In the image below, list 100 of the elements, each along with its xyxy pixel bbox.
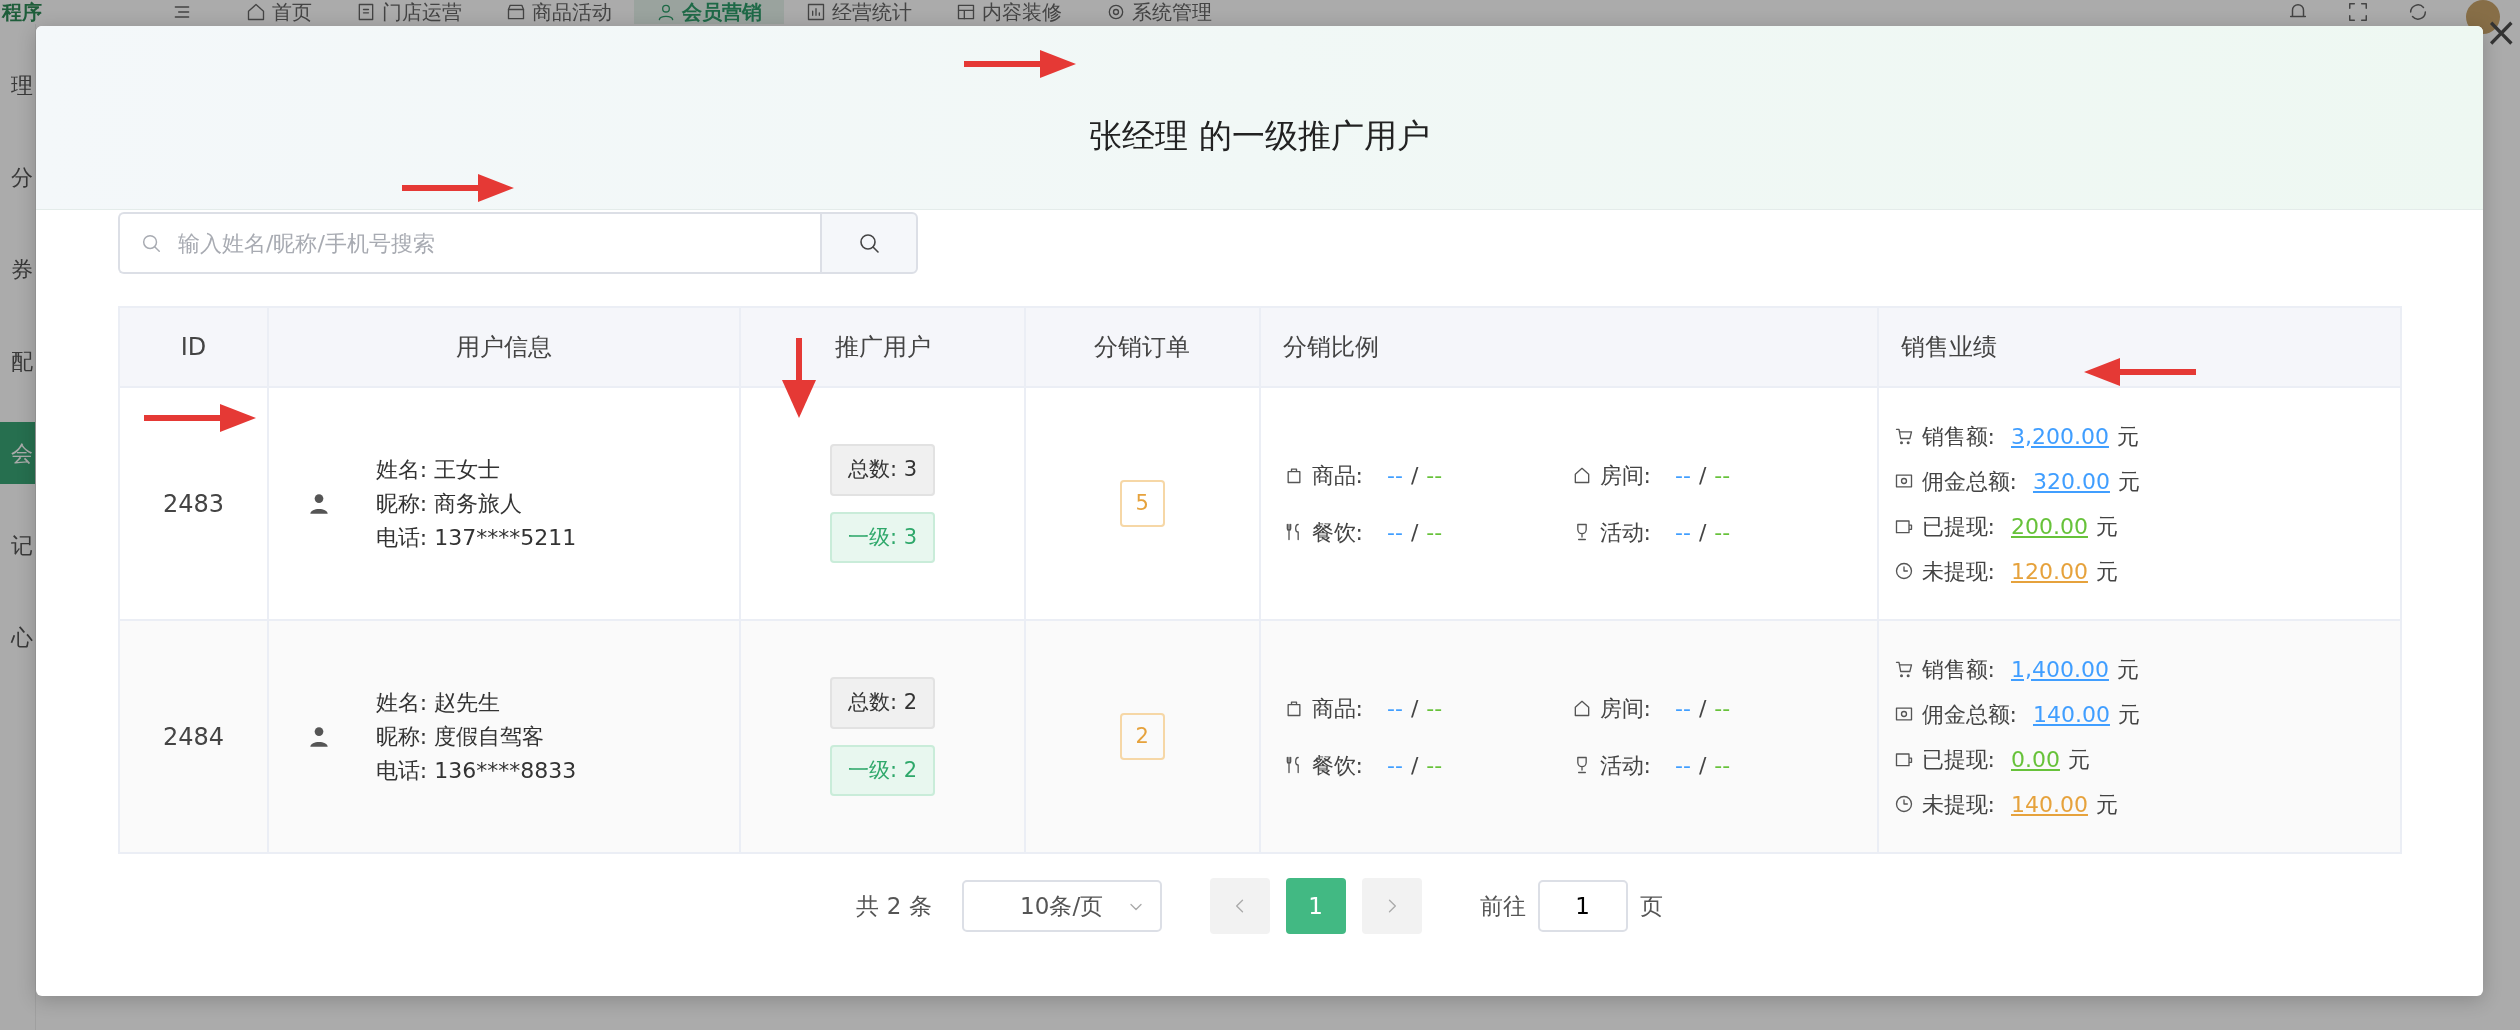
- sidebar-item[interactable]: 配: [0, 330, 35, 392]
- slash-separator: /: [1698, 695, 1707, 721]
- goto-label: 前往: [1479, 891, 1526, 921]
- ratio-label: 餐饮:: [1311, 751, 1363, 780]
- unit-text: 元: [2117, 467, 2140, 496]
- ratio-value: --: [1387, 519, 1403, 545]
- dialog-title: 张经理 的一级推广用户: [1089, 114, 1430, 157]
- close-button[interactable]: ×: [2484, 12, 2518, 52]
- app-title: 程序: [0, 0, 43, 26]
- search-icon: [140, 232, 162, 254]
- sales-label: 已提现:: [1921, 745, 1995, 774]
- column-header: 分销订单: [1024, 307, 1260, 387]
- total-tag: 总数: 2: [830, 677, 936, 729]
- ratio-value: --: [1714, 695, 1731, 721]
- document-icon: [356, 2, 376, 22]
- order-count: 2: [1119, 712, 1165, 761]
- amount-link[interactable]: 140.00: [2033, 697, 2110, 731]
- slash-separator: /: [1698, 462, 1707, 488]
- total-tag: 总数: 3: [830, 444, 936, 496]
- sidebar-item[interactable]: 会: [0, 422, 35, 484]
- ratio-value: --: [1675, 752, 1691, 778]
- ratio-label: 房间:: [1599, 694, 1651, 723]
- ratio-value: --: [1387, 695, 1403, 721]
- column-header: 销售业绩: [1877, 307, 2401, 387]
- level-tag: 一级: 2: [830, 744, 936, 796]
- slash-separator: /: [1410, 695, 1419, 721]
- ratio-value: --: [1675, 462, 1691, 488]
- search-field[interactable]: 输入姓名/昵称/手机号搜索: [118, 212, 820, 274]
- prev-page-button[interactable]: [1209, 878, 1270, 934]
- sales-label: 销售额:: [1921, 422, 1995, 451]
- cart-icon: [1893, 659, 1914, 679]
- slash-separator: /: [1698, 752, 1707, 778]
- ratio-value: --: [1714, 519, 1731, 545]
- ratio-value: --: [1714, 462, 1731, 488]
- amount-link[interactable]: 3,200.00: [2011, 419, 2109, 453]
- bar-chart-icon: [806, 2, 826, 22]
- slash-separator: /: [1698, 519, 1707, 545]
- page-input[interactable]: 1: [1537, 880, 1628, 932]
- search-button[interactable]: [820, 212, 918, 274]
- nav-tab[interactable]: 内容装修: [934, 0, 1084, 24]
- user-info-text: 昵称: 商务旅人: [375, 489, 524, 518]
- page-size-select[interactable]: 10条/页: [961, 880, 1162, 932]
- ratio-value: --: [1675, 519, 1691, 545]
- amount-link[interactable]: 1,400.00: [2011, 652, 2109, 686]
- column-header: 推广用户: [740, 307, 1025, 387]
- sidebar-item[interactable]: 心: [0, 606, 35, 668]
- amount-link[interactable]: 200.00: [2011, 509, 2088, 543]
- table-cell: 2484: [119, 620, 268, 853]
- amount-link[interactable]: 120.00: [2011, 554, 2088, 588]
- search-icon: [857, 231, 881, 255]
- ratio-value: --: [1426, 519, 1443, 545]
- sales-label: 佣金总额:: [1921, 467, 2017, 496]
- unit-text: 元: [2095, 557, 2118, 586]
- unit-text: 元: [2095, 790, 2118, 819]
- nav-tab[interactable]: 首页: [224, 0, 334, 24]
- unit-text: 元: [2116, 655, 2139, 684]
- sales-label: 销售额:: [1921, 655, 1995, 684]
- ratio-label: 餐饮:: [1311, 518, 1363, 547]
- house-icon: [246, 2, 266, 22]
- slash-separator: /: [1410, 519, 1419, 545]
- sidebar-item[interactable]: 理: [0, 54, 35, 116]
- clock-icon: [1893, 794, 1914, 814]
- nav-tab[interactable]: 商品活动: [484, 0, 634, 24]
- sidebar-item[interactable]: 分: [0, 146, 35, 208]
- ratio-value: --: [1387, 752, 1403, 778]
- ratio-label: 活动:: [1599, 751, 1651, 780]
- sidebar-item[interactable]: 记: [0, 514, 35, 576]
- clock-icon: [1893, 561, 1914, 581]
- page-button[interactable]: 1: [1285, 878, 1346, 934]
- column-header: ID: [119, 307, 268, 387]
- fullscreen-icon: [2346, 1, 2370, 23]
- column-header: 分销比例: [1259, 307, 1878, 387]
- ratio-value: --: [1426, 695, 1443, 721]
- nav-tab[interactable]: 门店运营: [334, 0, 484, 24]
- ratio-value: --: [1426, 462, 1443, 488]
- column-header: 用户信息: [267, 307, 741, 387]
- ratio-label: 商品:: [1311, 461, 1363, 490]
- sales-label: 未提现:: [1921, 790, 1995, 819]
- nav-tab[interactable]: 经营统计: [784, 0, 934, 24]
- amount-link[interactable]: 320.00: [2033, 464, 2110, 498]
- unit-text: 元: [2095, 512, 2118, 541]
- unit-text: 元: [2067, 745, 2090, 774]
- unit-text: 元: [2117, 700, 2140, 729]
- user-info-text: 电话: 137****5211: [375, 523, 577, 552]
- amount-link[interactable]: 0.00: [2011, 742, 2060, 776]
- layout-icon: [956, 2, 976, 22]
- sales-label: 未提现:: [1921, 557, 1995, 586]
- sidebar-item[interactable]: 券: [0, 238, 35, 300]
- cart-icon: [1893, 426, 1914, 446]
- order-count: 5: [1119, 479, 1165, 528]
- page-unit: 页: [1639, 891, 1663, 921]
- nav-tab[interactable]: 系统管理: [1084, 0, 1234, 24]
- next-page-button[interactable]: [1361, 878, 1422, 934]
- level-tag: 一级: 3: [830, 511, 936, 563]
- user-info-text: 姓名: 赵先生: [375, 688, 502, 717]
- ratio-value: --: [1714, 752, 1731, 778]
- user-info-text: 电话: 136****8833: [375, 756, 577, 785]
- ratio-label: 活动:: [1599, 518, 1651, 547]
- nav-tab[interactable]: 会员营销: [634, 0, 784, 24]
- ratio-value: --: [1387, 462, 1403, 488]
